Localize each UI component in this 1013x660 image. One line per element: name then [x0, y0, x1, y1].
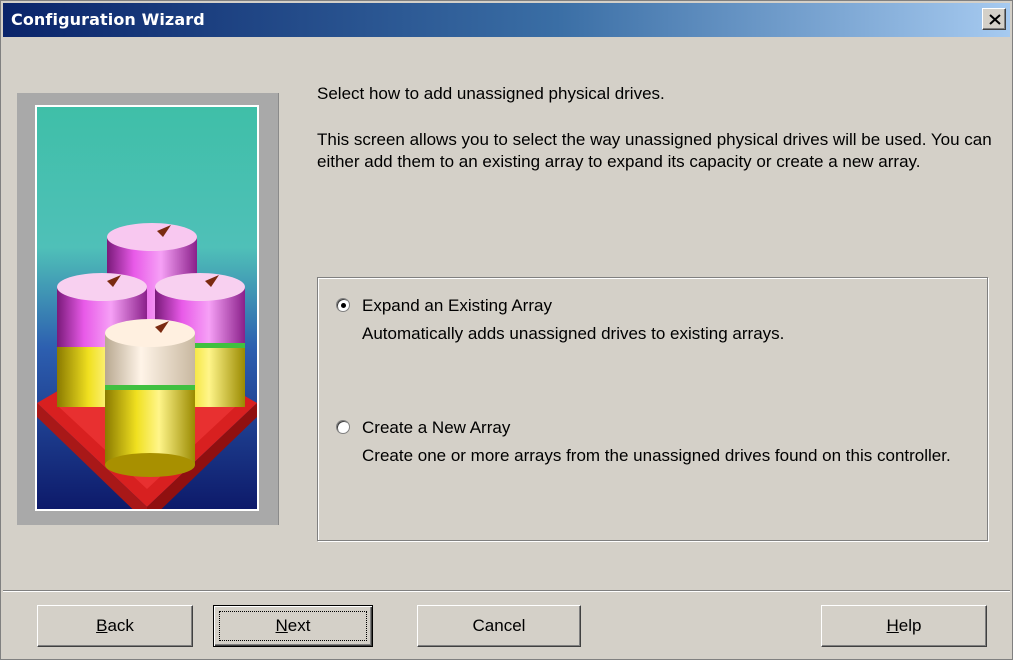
- close-button[interactable]: [982, 8, 1006, 30]
- cancel-label: Cancel: [472, 616, 526, 635]
- expand-array-radio[interactable]: [336, 298, 350, 312]
- help-accelerator: H: [886, 616, 899, 635]
- button-separator: [3, 590, 1010, 592]
- expand-array-label[interactable]: Expand an Existing Array: [362, 296, 552, 316]
- description-text: This screen allows you to select the way…: [317, 130, 992, 171]
- close-icon: [989, 14, 1001, 25]
- illustration-frame: [17, 93, 279, 525]
- help-button[interactable]: Help: [821, 605, 987, 647]
- focus-rectangle: [219, 611, 367, 641]
- drive-array-illustration: [35, 105, 259, 511]
- next-button[interactable]: Next: [213, 605, 373, 647]
- expand-array-description: Automatically adds unassigned drives to …: [362, 324, 785, 343]
- array-options-group: Expand an Existing Array Automatically a…: [317, 277, 988, 541]
- drive-array-icon: [37, 107, 257, 509]
- back-label-rest: ack: [107, 616, 134, 635]
- help-label-rest: elp: [898, 616, 922, 635]
- cancel-button[interactable]: Cancel: [417, 605, 581, 647]
- configuration-wizard-dialog: Configuration Wizard Select how to add u…: [0, 0, 1013, 660]
- window-title: Configuration Wizard: [11, 10, 205, 29]
- option-expand-existing-array[interactable]: Expand an Existing Array Automatically a…: [336, 296, 976, 366]
- back-button[interactable]: Back: [37, 605, 193, 647]
- radio-selected-dot: [341, 303, 346, 308]
- create-array-radio[interactable]: [336, 420, 350, 434]
- intro-text: Select how to add unassigned physical dr…: [317, 84, 665, 103]
- back-accelerator: B: [96, 616, 108, 635]
- option-create-new-array[interactable]: Create a New Array Create one or more ar…: [336, 418, 976, 508]
- title-bar[interactable]: Configuration Wizard: [3, 3, 1010, 37]
- create-array-label[interactable]: Create a New Array: [362, 418, 510, 438]
- create-array-description: Create one or more arrays from the unass…: [362, 446, 951, 465]
